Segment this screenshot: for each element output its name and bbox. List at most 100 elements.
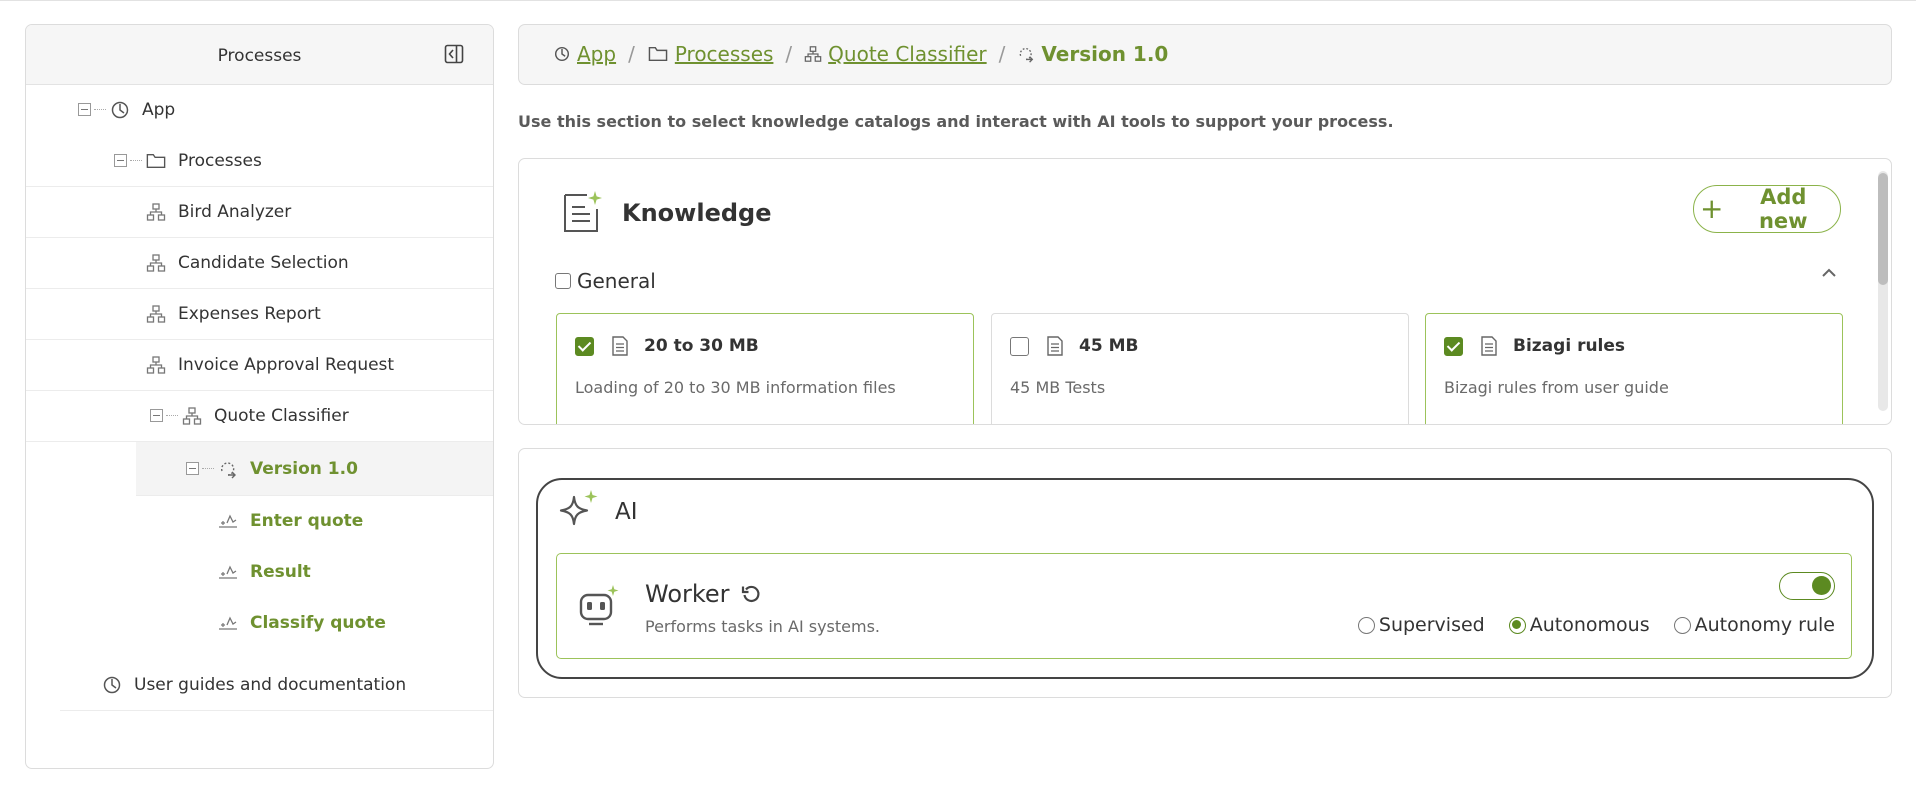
process-icon	[146, 304, 166, 323]
tree-item-label: Bird Analyzer	[178, 201, 292, 222]
ai-panel: AI Worker Performs tasks in AI systems. …	[518, 448, 1892, 698]
tree-item-classify-quote[interactable]: Classify quote	[26, 597, 493, 648]
reset-icon[interactable]	[740, 583, 762, 605]
breadcrumb-link-processes[interactable]: Processes	[675, 42, 774, 66]
tree-connector	[202, 468, 214, 469]
radio-label: Autonomy rule	[1694, 614, 1835, 636]
radio-label: Supervised	[1378, 614, 1485, 636]
process-icon	[182, 406, 202, 425]
add-new-button[interactable]: + Add new	[1693, 185, 1841, 233]
radio-circle[interactable]	[1673, 616, 1691, 634]
radio-autonomy-rule[interactable]: Autonomy rule	[1673, 614, 1835, 636]
card-description: 45 MB Tests	[1010, 378, 1106, 397]
tree-item-label: Quote Classifier	[214, 405, 349, 426]
tree-item-label: Classify quote	[250, 612, 386, 633]
robot-icon	[579, 585, 619, 626]
breadcrumb-link-app[interactable]: App	[577, 42, 616, 66]
tree-item-candidate-selection[interactable]: Candidate Selection	[26, 237, 493, 289]
worker-toggle[interactable]	[1779, 572, 1835, 600]
toggle-knob	[1812, 576, 1831, 595]
breadcrumb-link-quote-classifier[interactable]: Quote Classifier	[828, 42, 986, 66]
worker-description: Performs tasks in AI systems.	[645, 617, 881, 636]
sidebar-title: Processes	[217, 46, 302, 66]
tree-item-bird-analyzer[interactable]: Bird Analyzer	[26, 186, 493, 238]
tree-item-label: Invoice Approval Request	[178, 354, 395, 375]
collapse-toggle-icon[interactable]	[78, 103, 91, 116]
tree-item-label: App	[142, 99, 176, 120]
knowledge-icon	[564, 191, 602, 232]
radio-supervised[interactable]: Supervised	[1357, 614, 1485, 636]
tree-item-user-guides[interactable]: User guides and documentation	[60, 659, 493, 711]
tree-item-label: Processes	[178, 150, 262, 171]
radio-circle[interactable]	[1508, 616, 1526, 634]
breadcrumb-current: Version 1.0	[1041, 42, 1169, 66]
collapse-toggle-icon[interactable]	[186, 462, 199, 475]
group-label: General	[577, 269, 656, 293]
folder-icon	[648, 46, 668, 62]
process-icon	[146, 253, 166, 272]
breadcrumb-separator: /	[998, 42, 1006, 66]
tree-connector	[130, 160, 142, 161]
knowledge-card[interactable]: 45 MB 45 MB Tests	[991, 313, 1409, 424]
general-checkbox[interactable]	[555, 273, 571, 289]
worker-card: Worker Performs tasks in AI systems. Sup…	[556, 553, 1852, 659]
chevron-up-icon[interactable]	[1819, 263, 1839, 283]
app-icon	[103, 676, 121, 693]
radio-circle[interactable]	[1357, 616, 1375, 634]
plus-icon: +	[1700, 192, 1724, 225]
tree-item-label: Candidate Selection	[178, 252, 349, 273]
tree-item-app[interactable]: App	[26, 84, 493, 135]
autonomy-mode-group: Supervised Autonomous Autonomy rule	[1334, 614, 1835, 636]
card-title: 20 to 30 MB	[644, 336, 759, 356]
card-title: 45 MB	[1079, 336, 1139, 356]
card-description: Bizagi rules from user guide	[1444, 378, 1669, 397]
app-icon	[111, 101, 129, 118]
tree-item-version-1-0[interactable]: Version 1.0	[136, 442, 493, 496]
processes-sidebar: Processes App Processes Bird Analyzer Ca…	[25, 24, 494, 769]
radio-label: Autonomous	[1529, 614, 1650, 636]
group-general: General	[555, 269, 656, 293]
card-checkbox[interactable]	[1010, 336, 1029, 356]
section-description: Use this section to select knowledge cat…	[518, 112, 1394, 131]
card-checkbox[interactable]	[1444, 336, 1463, 356]
tree-item-quote-classifier[interactable]: Quote Classifier	[26, 390, 493, 442]
tree-item-label: Enter quote	[250, 510, 364, 531]
collapse-toggle-icon[interactable]	[114, 154, 127, 167]
collapse-toggle-icon[interactable]	[150, 409, 163, 422]
knowledge-panel: Knowledge + Add new General 20 to 30 MB …	[518, 158, 1892, 425]
task-icon	[219, 564, 237, 579]
tree-item-invoice-approval-request[interactable]: Invoice Approval Request	[26, 339, 493, 391]
breadcrumb: App / Processes / Quote Classifier / Ver…	[518, 24, 1892, 85]
breadcrumb-separator: /	[628, 42, 635, 66]
document-icon	[612, 336, 628, 356]
top-divider	[0, 0, 1916, 1]
folder-icon	[146, 153, 166, 168]
scrollbar-thumb[interactable]	[1878, 173, 1888, 285]
knowledge-title: Knowledge	[622, 199, 772, 227]
collapse-sidebar-icon[interactable]	[444, 44, 464, 64]
radio-autonomous[interactable]: Autonomous	[1508, 614, 1650, 636]
tree-connector	[94, 109, 106, 110]
tree-item-label: Result	[250, 561, 311, 582]
tree-item-processes[interactable]: Processes	[26, 135, 493, 187]
worker-title: Worker	[645, 580, 730, 608]
tree-item-expenses-report[interactable]: Expenses Report	[26, 288, 493, 340]
card-checkbox[interactable]	[575, 336, 594, 356]
add-new-label: Add new	[1758, 185, 1808, 233]
task-icon	[219, 513, 237, 528]
document-icon	[1047, 336, 1063, 356]
task-icon	[219, 615, 237, 630]
version-icon	[1020, 47, 1034, 63]
document-icon	[1481, 336, 1497, 356]
tree-connector	[166, 415, 178, 416]
breadcrumb-separator: /	[785, 42, 793, 66]
tree-item-enter-quote[interactable]: Enter quote	[26, 495, 493, 546]
knowledge-card[interactable]: Bizagi rules Bizagi rules from user guid…	[1425, 313, 1843, 424]
sidebar-header: Processes	[26, 25, 493, 85]
knowledge-card[interactable]: 20 to 30 MB Loading of 20 to 30 MB infor…	[556, 313, 974, 424]
app-icon	[554, 46, 570, 62]
tree-item-label: Version 1.0	[250, 458, 358, 479]
tree-item-result[interactable]: Result	[26, 546, 493, 597]
sparkle-icon	[559, 490, 598, 526]
card-description: Loading of 20 to 30 MB information files	[575, 378, 896, 397]
